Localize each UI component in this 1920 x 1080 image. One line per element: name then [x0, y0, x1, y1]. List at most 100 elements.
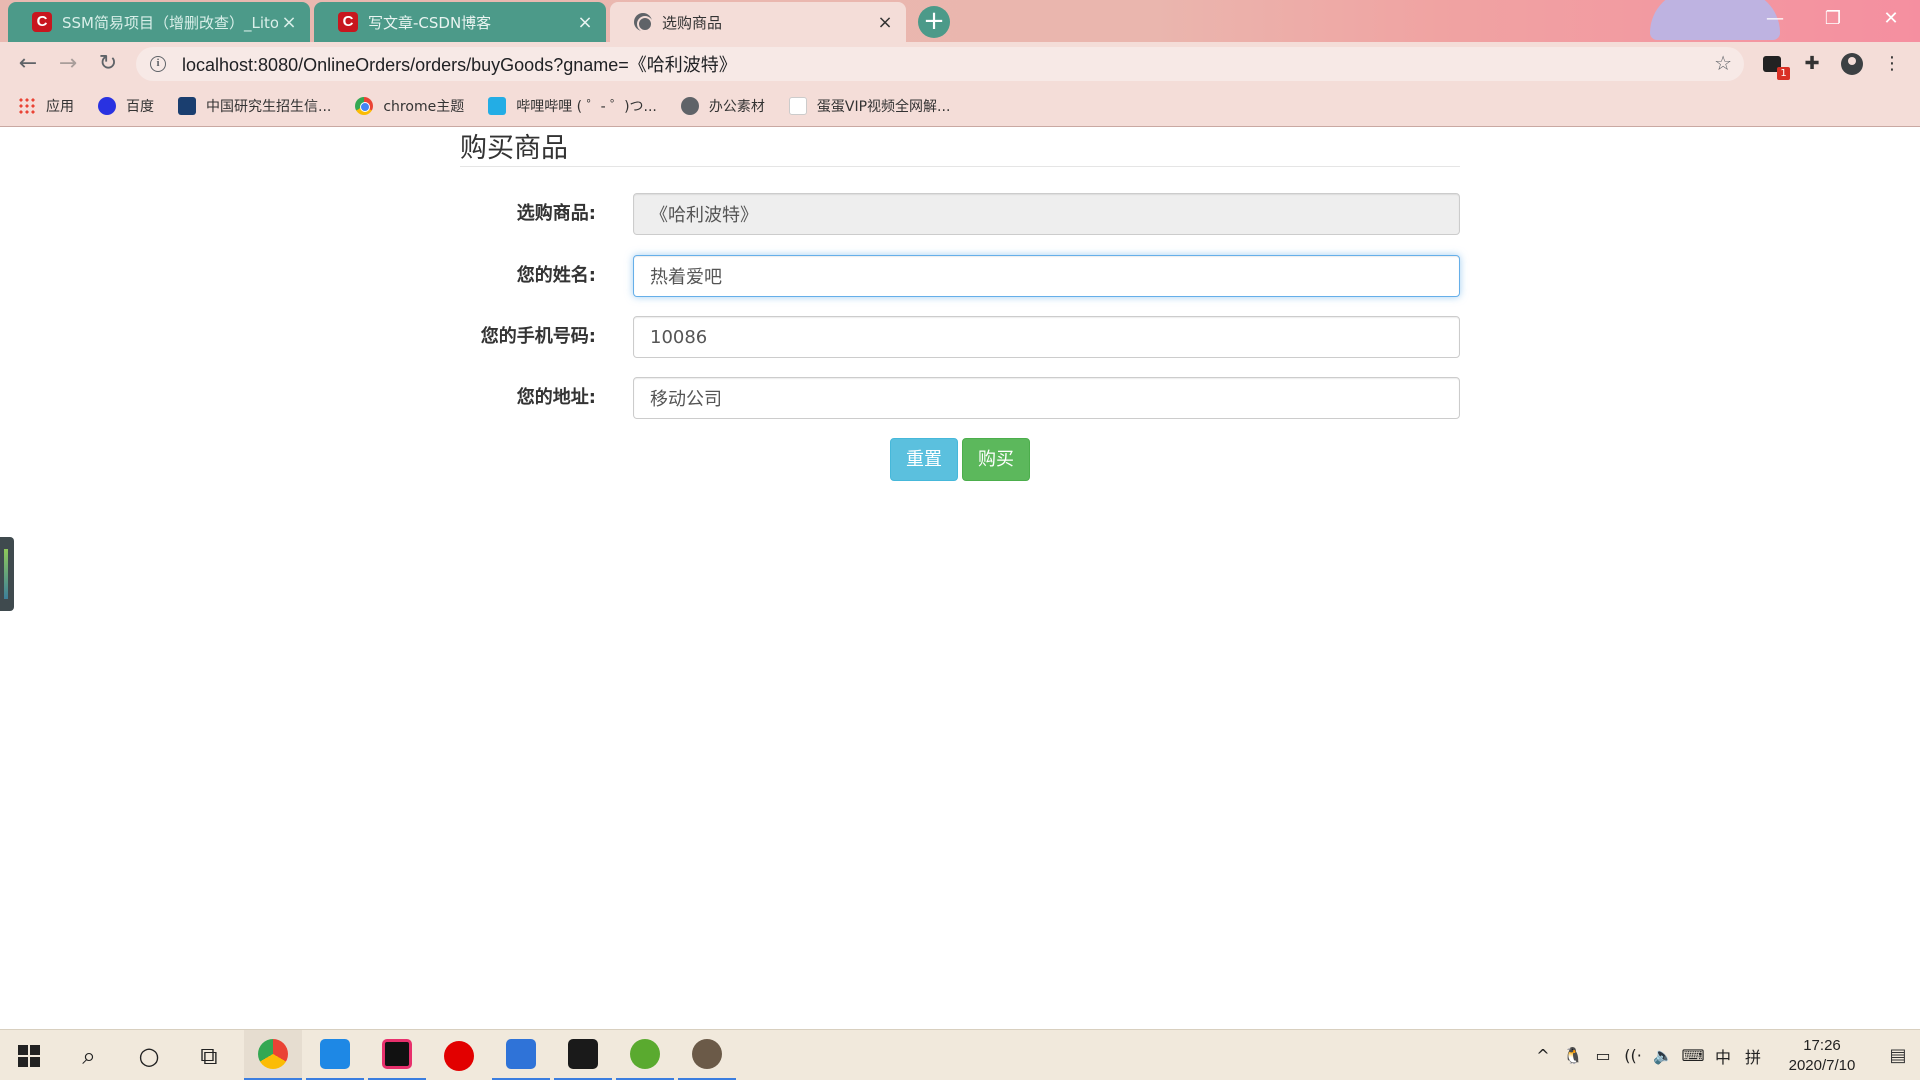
search-icon: ⌕ [82, 1041, 96, 1070]
bookmark-vip-video[interactable]: 蛋蛋VIP视频全网解... [788, 96, 950, 116]
bookmark-label: chrome主题 [383, 99, 465, 115]
buy-button[interactable]: 购买 [962, 438, 1030, 481]
leaf-icon [630, 1039, 660, 1069]
minimize-button[interactable]: — [1746, 0, 1804, 40]
volume-icon[interactable]: 🔈 [1648, 1046, 1678, 1065]
intellij-icon [382, 1039, 412, 1069]
csdn-icon: C [338, 12, 358, 32]
csdn-icon: C [32, 12, 52, 32]
wifi-icon[interactable]: ((· [1618, 1046, 1648, 1065]
tab-title: 选购商品 [662, 13, 723, 32]
bookmark-bilibili[interactable]: 哔哩哔哩 ( ゜- ゜)つ... [488, 96, 657, 116]
window-controls: — ❐ ✕ [1746, 0, 1920, 40]
chrome-icon [258, 1039, 288, 1069]
bilibili-icon [488, 97, 507, 115]
form-row-goods: 选购商品: [460, 193, 1460, 235]
name-label: 您的姓名: [516, 265, 596, 286]
task-view-icon: ⧉ [200, 1041, 218, 1070]
taskbar-browser-app[interactable] [306, 1030, 364, 1080]
restore-button[interactable]: ❐ [1804, 0, 1862, 40]
close-icon[interactable]: × [574, 12, 596, 33]
clock[interactable]: 17:26 2020/7/10 [1768, 1036, 1876, 1076]
close-window-button[interactable]: ✕ [1862, 0, 1920, 40]
tab-csdn-write[interactable]: C 写文章-CSDN博客 × [314, 2, 606, 42]
clock-date: 2020/7/10 [1788, 1056, 1856, 1074]
apps-icon [18, 97, 36, 115]
globe-icon [680, 97, 699, 115]
taskbar-green-app[interactable] [616, 1030, 674, 1080]
chrome-icon [355, 97, 374, 115]
extension-badge: 1 [1777, 67, 1790, 80]
battery-icon[interactable]: ▭ [1588, 1046, 1618, 1065]
browser-chrome: C SSM简易项目（增删改查）_Lito × C 写文章-CSDN博客 × 选购… [0, 0, 1920, 127]
taskbar-intellij[interactable] [368, 1030, 426, 1080]
extension-icon[interactable]: 1 [1758, 50, 1790, 80]
form-row-phone: 您的手机号码: [460, 316, 1460, 358]
tab-strip: C SSM简易项目（增删改查）_Lito × C 写文章-CSDN博客 × 选购… [0, 0, 1920, 42]
profile-icon[interactable] [1838, 50, 1866, 78]
new-tab-button[interactable]: + [918, 6, 950, 38]
close-icon[interactable]: × [278, 12, 300, 33]
form-row-name: 您的姓名: [460, 255, 1460, 297]
search-button[interactable]: ⌕ [60, 1030, 118, 1080]
bookmark-label: 应用 [46, 99, 74, 115]
graduation-icon [178, 97, 196, 115]
keyboard-icon[interactable]: ⌨ [1678, 1046, 1708, 1065]
taskbar-tomcat[interactable] [678, 1030, 736, 1080]
bookmark-label: 办公素材 [708, 99, 765, 115]
taskbar-terminal[interactable] [554, 1030, 612, 1080]
clock-time: 17:26 [1803, 1036, 1841, 1054]
puzzle-icon[interactable]: ✚ [1798, 50, 1826, 78]
cortana-button[interactable]: ○ [120, 1030, 178, 1080]
bookmark-label: 哔哩哔哩 ( ゜- ゜)つ... [516, 99, 657, 115]
start-button[interactable] [0, 1030, 58, 1080]
tab-ssm-project[interactable]: C SSM简易项目（增删改查）_Lito × [8, 2, 310, 42]
bookmark-label: 中国研究生招生信... [206, 99, 332, 115]
address-bar[interactable]: i localhost:8080/OnlineOrders/orders/buy… [136, 47, 1744, 81]
star-icon[interactable]: ☆ [1714, 51, 1732, 75]
task-view-button[interactable]: ⧉ [180, 1030, 238, 1080]
form-row-address: 您的地址: [460, 377, 1460, 419]
url-text[interactable]: localhost:8080/OnlineOrders/orders/buyGo… [182, 51, 737, 77]
forward-button[interactable]: → [52, 48, 84, 80]
globe-icon [634, 13, 653, 32]
taskbar-chrome[interactable] [244, 1030, 302, 1080]
bookmark-chrome-theme[interactable]: chrome主题 [355, 96, 464, 116]
browser-app-icon [320, 1039, 350, 1069]
ime-mode-icon[interactable]: 拼 [1738, 1044, 1768, 1068]
tab-select-goods[interactable]: 选购商品 × [610, 2, 906, 42]
taskbar-netease-music[interactable] [430, 1030, 488, 1080]
bookmark-apps[interactable]: 应用 [18, 96, 74, 116]
taskbar-wps[interactable] [492, 1030, 550, 1080]
ime-language-icon[interactable]: 中 [1708, 1044, 1738, 1068]
bookmark-office[interactable]: 办公素材 [680, 96, 765, 116]
taskbar: ⌕ ○ ⧉ ^ 🐧 ▭ ((· 🔈 ⌨ 中 拼 17:26 2020/7/10 … [0, 1029, 1920, 1080]
address-label: 您的地址: [516, 387, 596, 408]
side-drag-handle[interactable] [0, 537, 14, 611]
cortana-icon: ○ [138, 1041, 160, 1070]
tab-title: SSM简易项目（增删改查）_Lito [62, 13, 278, 32]
name-field[interactable] [633, 255, 1460, 297]
notification-icon[interactable]: ▤ [1876, 1045, 1920, 1066]
chevron-up-icon[interactable]: ^ [1528, 1046, 1558, 1065]
vip-icon [788, 97, 807, 115]
bookmark-graduate[interactable]: 中国研究生招生信... [178, 96, 331, 116]
close-icon[interactable]: × [874, 12, 896, 33]
bookmark-label: 百度 [126, 99, 154, 115]
phone-field[interactable] [633, 316, 1460, 358]
info-icon[interactable]: i [150, 56, 166, 72]
tomcat-icon [692, 1039, 722, 1069]
music-icon [444, 1040, 474, 1071]
page-content: 购买商品 选购商品: 您的姓名: 您的手机号码: 您的地址: 重置 购买 [0, 127, 1920, 1029]
windows-icon [18, 1044, 40, 1067]
reload-button[interactable]: ↻ [92, 48, 124, 80]
back-button[interactable]: ← [12, 48, 44, 80]
address-field[interactable] [633, 377, 1460, 419]
qq-icon[interactable]: 🐧 [1558, 1046, 1588, 1065]
goods-field[interactable] [633, 193, 1460, 235]
bookmark-baidu[interactable]: 百度 [98, 96, 154, 116]
reset-button[interactable]: 重置 [890, 438, 958, 481]
system-tray: ^ 🐧 ▭ ((· 🔈 ⌨ 中 拼 17:26 2020/7/10 ▤ [1528, 1030, 1920, 1080]
menu-icon[interactable]: ⋮ [1878, 50, 1906, 78]
wps-icon [506, 1039, 536, 1069]
